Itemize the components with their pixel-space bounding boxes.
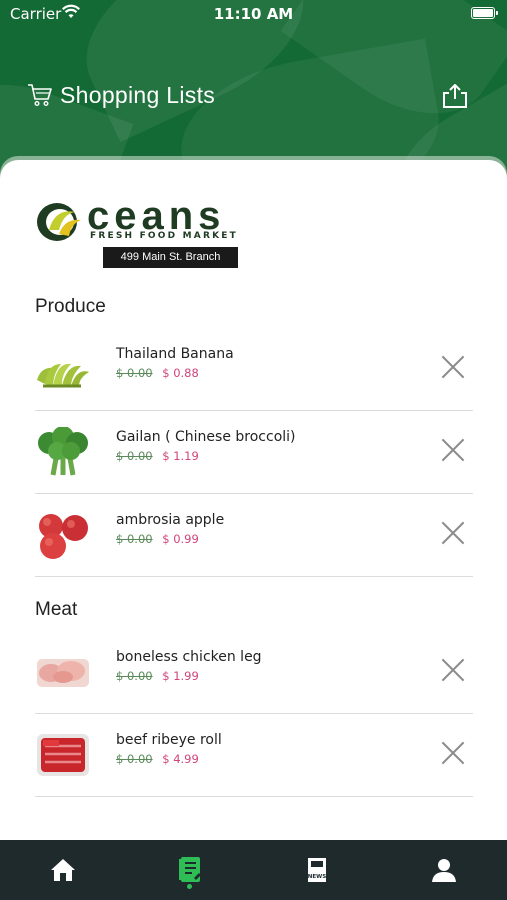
item-prices: $ 0.00 $ 0.88: [116, 366, 199, 380]
list-item[interactable]: Gailan ( Chinese broccoli) $ 0.00 $ 1.19: [35, 411, 473, 494]
chicken-image: [37, 659, 89, 687]
battery-icon: [471, 7, 498, 19]
new-price: $ 0.99: [162, 532, 199, 546]
beef-image: [37, 734, 89, 776]
item-prices: $ 0.00 $ 4.99: [116, 752, 199, 766]
list-item[interactable]: boneless chicken leg $ 0.00 $ 1.99: [35, 631, 473, 714]
news-icon: NEWS: [308, 858, 326, 882]
store-logo: ceans FRESH FOOD MARKET 499 Main St. Bra…: [35, 194, 240, 270]
remove-item-button[interactable]: [440, 520, 466, 546]
tab-news[interactable]: NEWS: [254, 840, 380, 900]
cart-icon: [28, 84, 52, 107]
apple-image: [39, 514, 88, 559]
item-name: beef ribeye roll: [116, 732, 222, 748]
old-price: $ 0.00: [116, 669, 153, 683]
old-price: $ 0.00: [116, 449, 153, 463]
item-prices: $ 0.00 $ 1.99: [116, 669, 199, 683]
remove-item-button[interactable]: [440, 657, 466, 683]
tab-shopping-list[interactable]: [127, 840, 253, 900]
item-name: Gailan ( Chinese broccoli): [116, 429, 296, 445]
header: Carrier 11:10 AM Shopping Lists: [0, 0, 507, 185]
home-icon: [51, 859, 75, 881]
tab-bar: NEWS: [0, 840, 507, 900]
item-prices: $ 0.00 $ 0.99: [116, 532, 199, 546]
section-title-produce: Produce: [35, 296, 106, 317]
user-icon: [432, 859, 456, 882]
page-title: Shopping Lists: [60, 82, 216, 108]
old-price: $ 0.00: [116, 532, 153, 546]
broccoli-image: [38, 427, 88, 476]
banana-image: [37, 363, 89, 388]
new-price: $ 0.88: [162, 366, 199, 380]
status-time: 11:10 AM: [213, 5, 294, 23]
remove-item-button[interactable]: [440, 740, 466, 766]
tab-home[interactable]: [0, 840, 126, 900]
list-item[interactable]: Thailand Banana $ 0.00 $ 0.88: [35, 328, 473, 411]
list-icon: [179, 857, 201, 882]
old-price: $ 0.00: [116, 366, 153, 380]
old-price: $ 0.00: [116, 752, 153, 766]
item-name: Thailand Banana: [116, 346, 234, 362]
logo-o-mark: [37, 203, 81, 241]
news-icon-text: NEWS: [308, 874, 326, 880]
new-price: $ 1.99: [162, 669, 199, 683]
list-item[interactable]: beef ribeye roll $ 0.00 $ 4.99: [35, 714, 473, 797]
tab-profile[interactable]: [381, 840, 507, 900]
item-prices: $ 0.00 $ 1.19: [116, 449, 199, 463]
logo-tagline: FRESH FOOD MARKET: [90, 231, 238, 241]
section-title-meat: Meat: [35, 599, 78, 620]
branch-label: 499 Main St. Branch: [103, 247, 238, 268]
remove-item-button[interactable]: [440, 354, 466, 380]
item-name: ambrosia apple: [116, 512, 225, 528]
new-price: $ 1.19: [162, 449, 199, 463]
share-button[interactable]: [440, 82, 470, 110]
list-item[interactable]: ambrosia apple $ 0.00 $ 0.99: [35, 494, 473, 577]
status-bar: Carrier 11:10 AM: [0, 0, 507, 28]
new-price: $ 4.99: [162, 752, 199, 766]
item-name: boneless chicken leg: [116, 649, 262, 665]
remove-item-button[interactable]: [440, 437, 466, 463]
active-tab-indicator: [187, 884, 192, 889]
share-icon: [443, 84, 467, 108]
